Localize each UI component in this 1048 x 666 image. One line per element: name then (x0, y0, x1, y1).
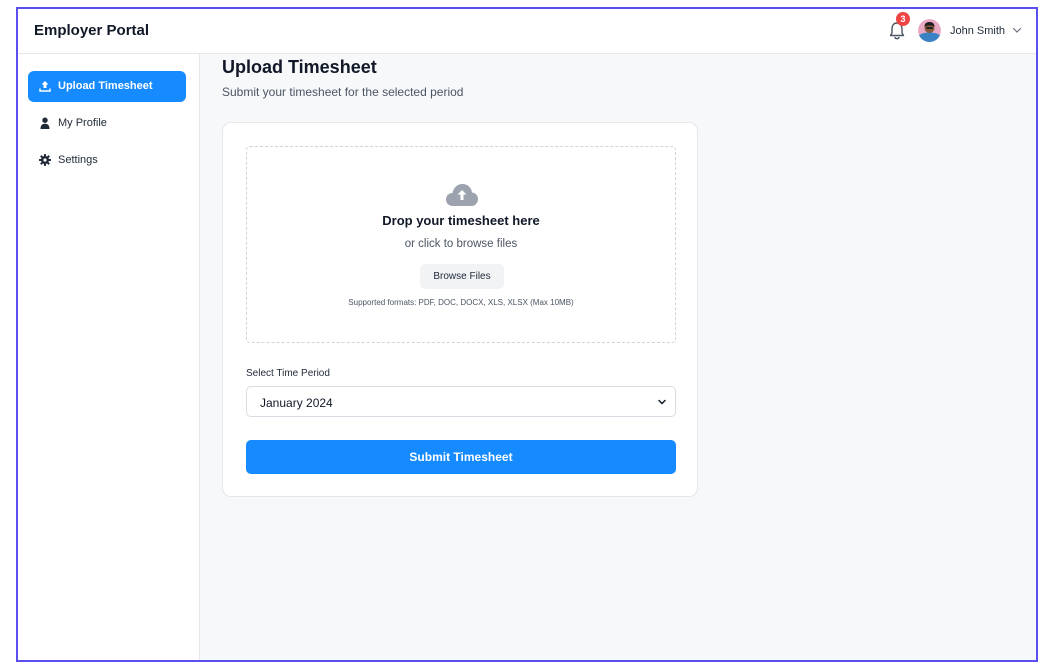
upload-card: Drop your timesheet here or click to bro… (222, 122, 698, 497)
sidebar-item-label: My Profile (58, 117, 107, 129)
sidebar-item-my-profile[interactable]: My Profile (28, 108, 186, 139)
time-period-value: January 2024 (260, 396, 333, 410)
sidebar-item-upload-timesheet[interactable]: Upload Timesheet (28, 71, 186, 102)
upload-icon (39, 81, 51, 92)
time-period-select[interactable]: January 2024 (246, 386, 676, 417)
notification-badge: 3 (896, 12, 910, 26)
app-title: Employer Portal (34, 22, 150, 39)
submit-timesheet-button[interactable]: Submit Timesheet (246, 440, 676, 474)
top-bar: Employer Portal 3 John Smith (18, 9, 1036, 54)
user-icon (40, 117, 50, 129)
dropzone-subtitle: or click to browse files (404, 238, 518, 250)
chevron-down-icon (658, 399, 666, 405)
browse-files-button[interactable]: Browse Files (420, 264, 504, 289)
user-name[interactable]: John Smith (950, 25, 1005, 37)
page-title: Upload Timesheet (222, 57, 377, 77)
gear-icon (39, 154, 51, 166)
page-subtitle: Submit your timesheet for the selected p… (222, 85, 464, 99)
time-period-label: Select Time Period (246, 368, 330, 379)
sidebar-item-settings[interactable]: Settings (28, 145, 186, 176)
sidebar: Upload Timesheet My Profile Settings (18, 54, 200, 660)
supported-formats-text: Supported formats: PDF, DOC, DOCX, XLS, … (348, 298, 574, 307)
file-dropzone[interactable]: Drop your timesheet here or click to bro… (246, 146, 676, 343)
sidebar-item-label: Upload Timesheet (58, 80, 153, 92)
dropzone-title: Drop your timesheet here (382, 213, 540, 228)
cloud-upload-icon (446, 184, 478, 206)
avatar[interactable] (918, 19, 941, 42)
sidebar-item-label: Settings (58, 154, 98, 166)
app-window: Employer Portal 3 John Smith Upload Time… (16, 7, 1038, 662)
chevron-down-icon[interactable] (1012, 25, 1022, 35)
